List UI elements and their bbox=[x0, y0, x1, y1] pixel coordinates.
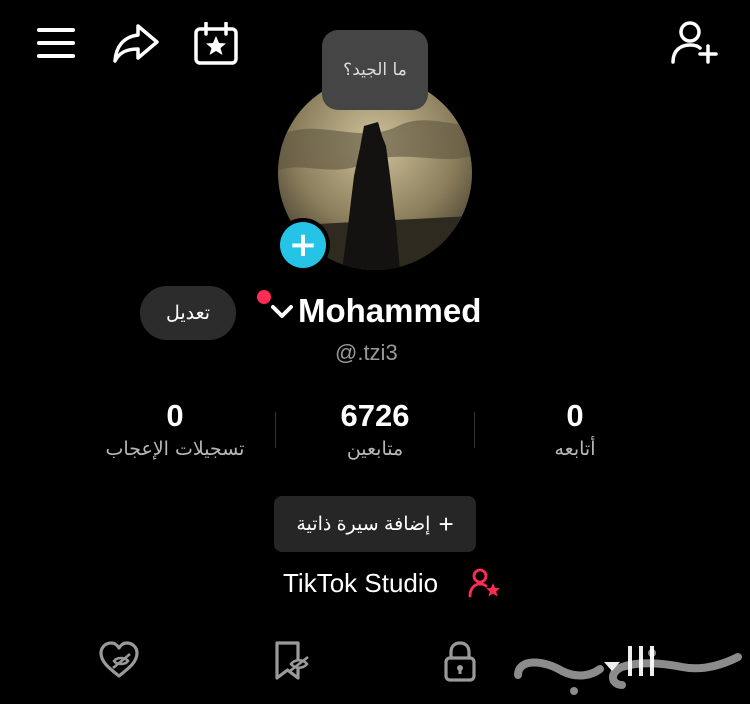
calendar-star-icon[interactable] bbox=[193, 22, 239, 66]
tiktok-studio-link[interactable]: TikTok Studio bbox=[283, 568, 438, 599]
stat-label: أتابعه bbox=[554, 438, 596, 460]
tab-private-lock-icon[interactable] bbox=[442, 640, 478, 684]
plus-icon: + bbox=[280, 222, 326, 268]
watermark-logo bbox=[512, 645, 742, 697]
chevron-down-icon[interactable] bbox=[270, 304, 294, 320]
edit-profile-button[interactable]: تعديل bbox=[140, 286, 236, 340]
plus-icon: + bbox=[438, 508, 454, 539]
profile-handle: @.tzi3 bbox=[335, 340, 398, 365]
tooltip-text: ما الجيد؟ bbox=[343, 60, 407, 80]
profile-name[interactable]: Mohammed bbox=[298, 292, 481, 330]
stat-label: تسجيلات الإعجاب bbox=[105, 438, 245, 460]
tooltip-bubble[interactable]: ما الجيد؟ bbox=[322, 30, 428, 110]
bio-button-label: إضافة سيرة ذاتية bbox=[296, 513, 431, 535]
menu-icon[interactable] bbox=[36, 22, 76, 62]
add-bio-button[interactable]: إضافة سيرة ذاتية + bbox=[274, 496, 476, 552]
stat-following[interactable]: 0 أتابعه bbox=[475, 396, 675, 460]
stat-likes[interactable]: 0 تسجيلات الإعجاب bbox=[75, 396, 275, 460]
add-story-button[interactable]: + bbox=[276, 218, 330, 272]
stat-followers[interactable]: 6726 متابعين bbox=[275, 396, 475, 460]
user-star-icon[interactable] bbox=[468, 568, 502, 600]
tab-liked-hidden-icon[interactable] bbox=[97, 640, 141, 682]
stat-value: 6726 bbox=[340, 398, 410, 433]
tab-saved-hidden-icon[interactable] bbox=[272, 640, 312, 682]
share-icon[interactable] bbox=[112, 22, 160, 64]
stat-value: 0 bbox=[166, 398, 184, 433]
stat-label: متابعين bbox=[346, 438, 404, 460]
stat-value: 0 bbox=[566, 398, 584, 433]
add-user-icon[interactable] bbox=[670, 20, 720, 66]
notification-dot bbox=[257, 290, 271, 304]
